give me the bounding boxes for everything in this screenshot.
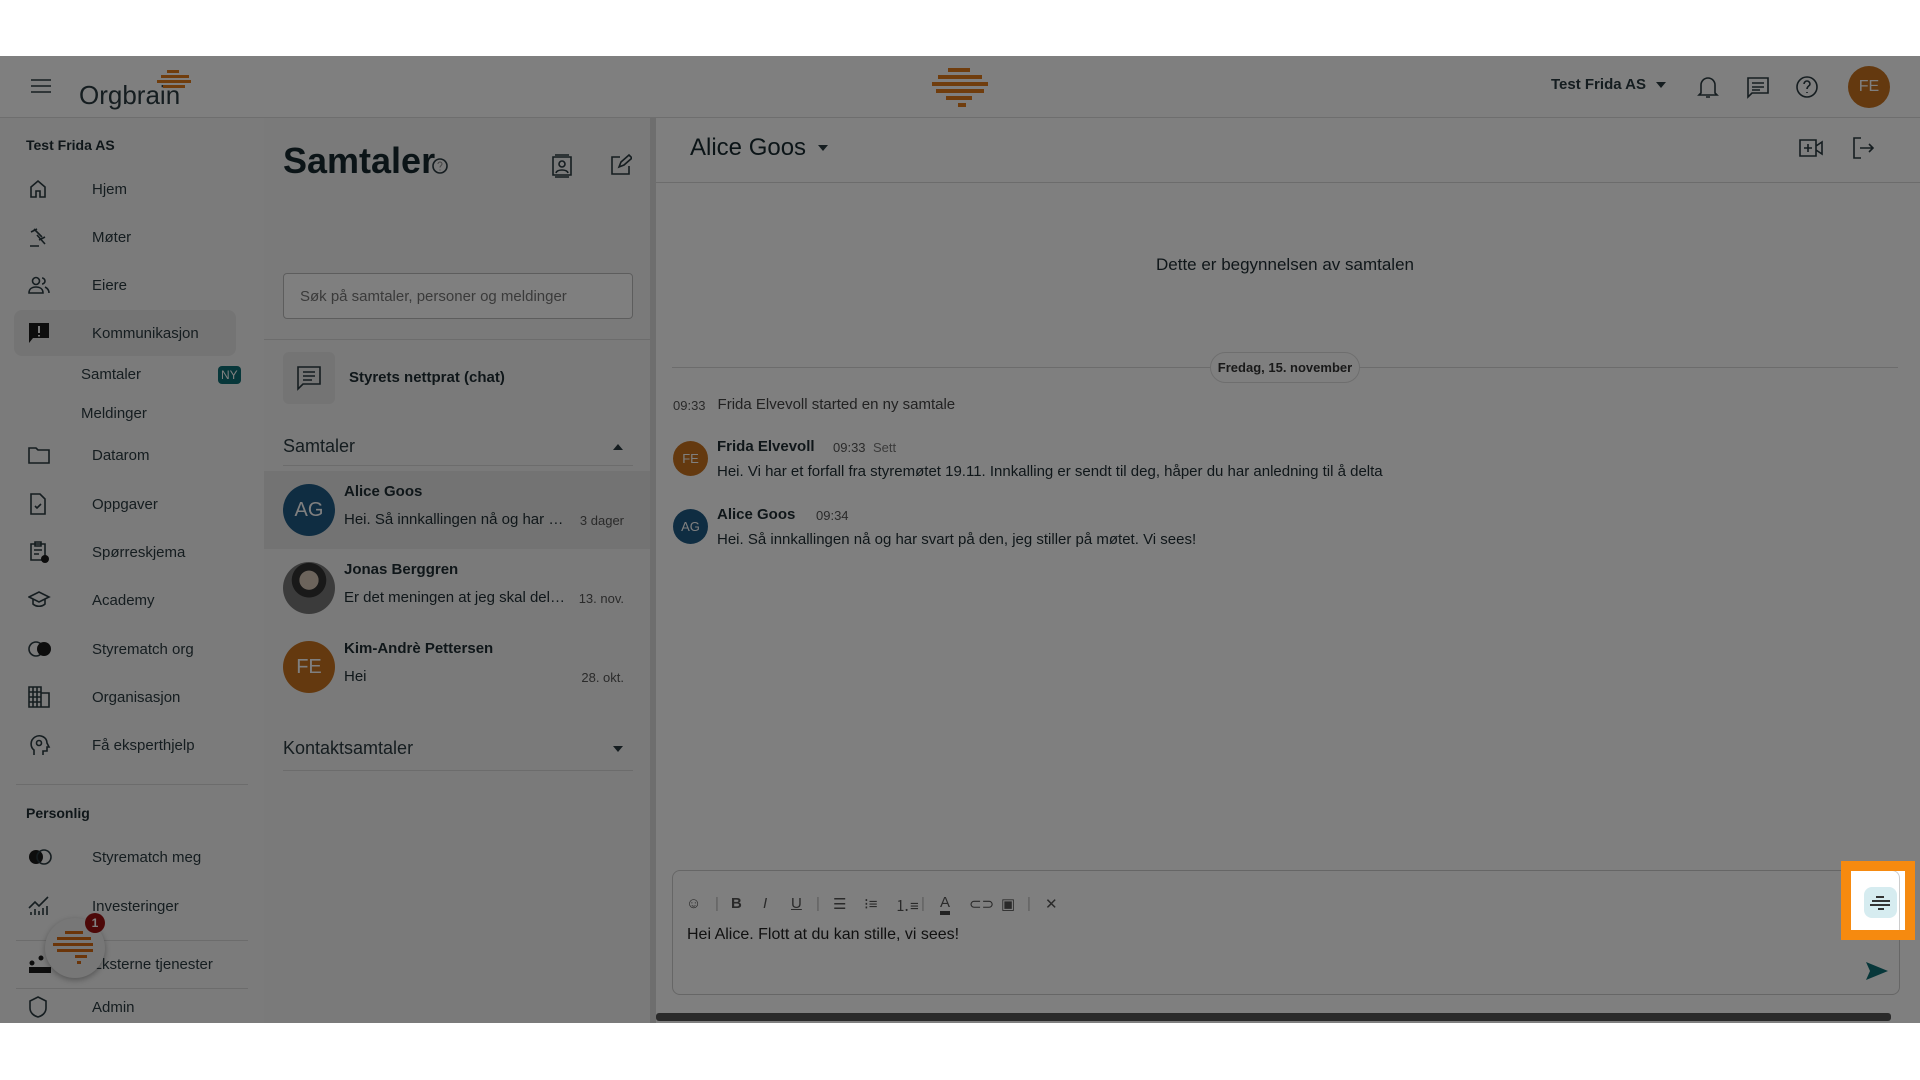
section-kontaktsamtaler[interactable]: Kontaktsamtaler (283, 738, 633, 759)
help-icon[interactable] (432, 158, 448, 174)
conversation-row[interactable]: AG Alice Goos Hei. Så innkallingen nå og… (264, 471, 650, 549)
avatar: FE (283, 641, 335, 693)
sidebar-item-admin[interactable]: Admin (14, 989, 236, 1023)
chat-icon (283, 352, 335, 404)
toolbar-divider: | (816, 895, 820, 912)
avatar: AG (283, 484, 335, 536)
task-icon (30, 493, 46, 515)
org-selector[interactable]: Test Frida AS (1551, 76, 1667, 93)
caret-down-icon (613, 745, 623, 752)
survey-icon (30, 541, 49, 563)
search-input[interactable] (283, 273, 633, 319)
indent-icon[interactable]: ☰ (833, 895, 846, 913)
toolbar-divider: | (921, 895, 925, 912)
caret-down-icon (1656, 81, 1667, 88)
caret-up-icon (613, 443, 623, 450)
feedback-icon (29, 323, 49, 343)
sidebar-subitem-meldinger[interactable]: Meldinger (81, 405, 147, 422)
sidebar-item-hjem[interactable]: Hjem (14, 166, 236, 212)
send-icon[interactable] (1866, 962, 1888, 980)
sidebar-subitem-samtaler[interactable]: Samtaler (81, 366, 141, 383)
composer: ☺ | B I U | ☰ ⁝≡ ⒈≡ | A ⊂⊃ ▣ | ✕ Hei Ali… (672, 870, 1900, 995)
message: AG Alice Goos 09:34 Hei. Så innkallingen… (673, 506, 1873, 556)
new-badge: NY (218, 366, 241, 384)
orgbrain-logo[interactable]: Orgbrain (79, 68, 199, 110)
sidebar-item-eksperthjelp[interactable]: Få eksperthjelp (14, 722, 236, 768)
contacts-icon[interactable] (551, 154, 573, 178)
chat-title-dropdown[interactable]: Alice Goos (690, 134, 829, 162)
notification-badge: 1 (85, 913, 105, 933)
italic-icon[interactable]: I (763, 895, 767, 912)
app: Orgbrain Test Frida AS FE Test Frida AS … (0, 56, 1920, 1023)
board-chat-item[interactable]: Styrets nettprat (chat) (283, 352, 633, 404)
brain-icon (53, 931, 93, 964)
org-title: Test Frida AS (26, 137, 115, 153)
toolbar-divider: | (715, 895, 719, 912)
sidebar-item-styrematch-org[interactable]: Styrematch org (14, 626, 236, 672)
personal-title: Personlig (26, 805, 90, 821)
building-icon (28, 686, 50, 708)
sidebar-item-investeringer[interactable]: Investeringer (14, 883, 236, 929)
chat-icon[interactable] (1746, 76, 1770, 100)
sidebar-item-kommunikasjon[interactable]: Kommunikasjon (14, 310, 236, 356)
underline-icon[interactable]: U (791, 895, 802, 912)
sidebar-item-eiere[interactable]: Eiere (14, 262, 236, 308)
school-icon (28, 591, 51, 608)
chat-panel: Alice Goos Dette er begynnelsen av samta… (656, 118, 1920, 1023)
conversation-row[interactable]: FE Kim-Andrè Pettersen Hei 28. okt. (264, 628, 650, 706)
emoji-icon[interactable]: ☺ (686, 895, 701, 912)
help-icon[interactable] (1795, 75, 1819, 99)
section-samtaler[interactable]: Samtaler (283, 436, 633, 457)
new-conversation-icon[interactable] (610, 154, 632, 176)
match-icon (29, 849, 52, 865)
clear-format-icon[interactable]: ✕ (1045, 895, 1058, 913)
leave-icon[interactable] (1852, 137, 1874, 159)
sidebar-item-academy[interactable]: Academy (14, 577, 236, 623)
image-icon[interactable]: ▣ (1001, 895, 1015, 913)
numbered-list-icon[interactable]: ⒈≡ (895, 895, 919, 916)
message: FE Frida Elvevoll 09:33 Sett Hei. Vi har… (673, 438, 1873, 488)
text-color-icon[interactable]: A (940, 895, 951, 915)
conversation-row[interactable]: Jonas Berggren Er det meningen at jeg sk… (264, 549, 650, 627)
menu-icon[interactable] (30, 77, 52, 95)
avatar: AG (673, 509, 708, 544)
bullet-list-icon[interactable]: ⁝≡ (864, 895, 878, 913)
date-pill: Fredag, 15. november (1210, 352, 1360, 383)
avatar: FE (673, 441, 708, 476)
expert-icon (30, 735, 51, 755)
admin-icon (29, 996, 47, 1018)
chat-scrollbar[interactable] (656, 1013, 1891, 1021)
toolbar-divider: | (1027, 895, 1031, 912)
sidebar-item-styrematch-meg[interactable]: Styrematch meg (14, 834, 236, 880)
caret-down-icon (818, 145, 829, 151)
message-input[interactable]: Hei Alice. Flott at du kan stille, vi se… (687, 926, 959, 944)
folder-icon (28, 447, 50, 464)
people-icon (28, 276, 50, 294)
avatar[interactable]: FE (1848, 66, 1890, 108)
sidebar-item-datarom[interactable]: Datarom (14, 432, 236, 478)
sidebar: Test Frida AS Hjem Møter Eiere Kommunika… (0, 118, 264, 1023)
gavel-icon (30, 228, 46, 247)
highlight-box (1841, 861, 1915, 940)
brand-mark-icon (930, 66, 990, 110)
bell-icon[interactable] (1697, 75, 1719, 99)
sidebar-item-moter[interactable]: Møter (14, 214, 236, 260)
match-icon (28, 641, 51, 657)
conversation-start-text: Dette er begynnelsen av samtalen (1156, 255, 1414, 274)
top-bar: Orgbrain Test Frida AS FE (0, 56, 1920, 118)
sidebar-item-oppgaver[interactable]: Oppgaver (14, 481, 236, 527)
chart-icon (28, 896, 49, 915)
bold-icon[interactable]: B (731, 895, 742, 912)
link-icon[interactable]: ⊂⊃ (969, 895, 994, 913)
sidebar-item-organisasjon[interactable]: Organisasjon (14, 674, 236, 720)
conversation-list-panel: Samtaler Styrets nettprat (chat) Samtale… (264, 118, 650, 1023)
avatar-photo (283, 562, 335, 614)
system-message: 09:33 Frida Elvevoll started en ny samta… (673, 396, 956, 413)
page-title: Samtaler (283, 140, 436, 181)
home-icon (30, 179, 46, 198)
video-call-icon[interactable] (1799, 138, 1823, 158)
sidebar-item-sporreskjema[interactable]: Spørreskjema (14, 529, 236, 575)
